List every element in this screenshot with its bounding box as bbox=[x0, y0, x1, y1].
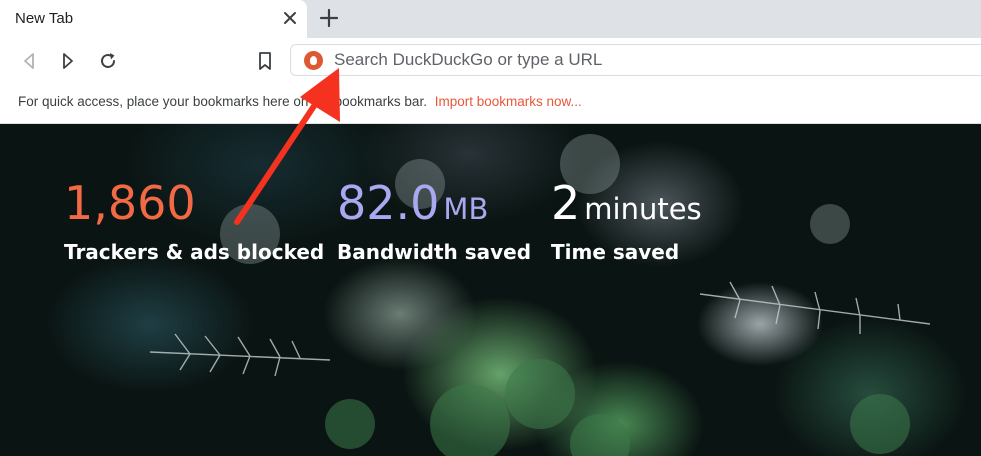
stat-value-row: 2 minutes bbox=[551, 180, 702, 226]
bandwidth-value: 82.0 bbox=[337, 176, 440, 230]
new-tab-plus-icon[interactable] bbox=[318, 7, 340, 29]
reload-icon[interactable] bbox=[97, 50, 119, 72]
address-bar[interactable] bbox=[290, 44, 981, 76]
stat-value-row: 1,860 bbox=[64, 180, 324, 226]
tab-new-tab[interactable]: New Tab bbox=[0, 0, 307, 38]
close-icon[interactable] bbox=[280, 8, 300, 28]
stat-trackers-blocked: 1,860 Trackers & ads blocked bbox=[64, 180, 324, 264]
time-value: 2 bbox=[551, 176, 581, 230]
tab-strip: New Tab bbox=[0, 0, 981, 38]
bookmarks-bar: For quick access, place your bookmarks h… bbox=[0, 84, 981, 124]
stat-value-row: 82.0 MB bbox=[337, 180, 531, 226]
new-tab-page: 1,860 Trackers & ads blocked 82.0 MB Band… bbox=[0, 124, 981, 456]
import-bookmarks-link[interactable]: Import bookmarks now... bbox=[435, 94, 582, 109]
trackers-label: Trackers & ads blocked bbox=[64, 240, 325, 264]
stat-bandwidth-saved: 82.0 MB Bandwidth saved bbox=[337, 180, 531, 264]
bandwidth-unit: MB bbox=[443, 192, 489, 226]
trackers-count: 1,860 bbox=[64, 176, 196, 230]
toolbar bbox=[0, 38, 981, 84]
search-input[interactable] bbox=[334, 48, 954, 72]
bookmarks-message: For quick access, place your bookmarks h… bbox=[18, 94, 427, 109]
back-icon[interactable] bbox=[18, 50, 40, 72]
stat-time-saved: 2 minutes Time saved bbox=[551, 180, 702, 264]
forward-icon[interactable] bbox=[57, 50, 79, 72]
bookmark-icon[interactable] bbox=[254, 50, 276, 72]
tab-title: New Tab bbox=[15, 10, 74, 27]
time-unit: minutes bbox=[584, 192, 702, 226]
forest-background-image bbox=[149, 134, 931, 456]
duckduckgo-icon bbox=[304, 51, 323, 70]
time-label: Time saved bbox=[551, 240, 680, 264]
bookmarks-message-row: For quick access, place your bookmarks h… bbox=[18, 94, 582, 109]
bandwidth-label: Bandwidth saved bbox=[337, 240, 532, 264]
